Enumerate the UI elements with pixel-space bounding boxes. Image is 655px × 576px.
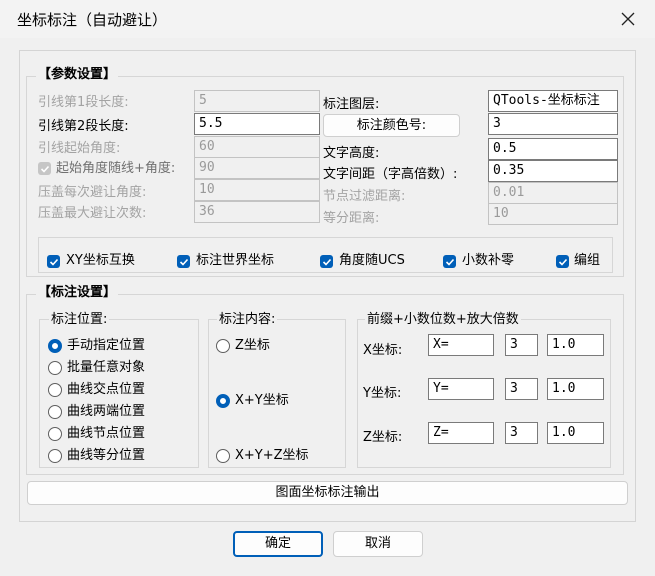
position-intersection-label: 曲线交点位置 bbox=[67, 382, 146, 397]
seg2-input[interactable]: 5.5 bbox=[194, 113, 320, 135]
content-xyz-label: X+Y+Z坐标 bbox=[235, 448, 309, 463]
cancel-button[interactable]: 取消 bbox=[333, 531, 423, 557]
position-intersection-radio[interactable] bbox=[48, 383, 62, 397]
equal-dist-label: 等分距离: bbox=[323, 211, 380, 226]
text-spacing-input[interactable]: 0.35 bbox=[488, 160, 618, 182]
position-nodes-radio[interactable] bbox=[48, 427, 62, 441]
check-icon bbox=[179, 258, 188, 266]
content-xy-radio[interactable] bbox=[216, 394, 230, 408]
check-icon bbox=[40, 165, 49, 173]
option-world-coord-label: 标注世界坐标 bbox=[196, 253, 275, 268]
option-pad-zero-label: 小数补零 bbox=[462, 253, 515, 268]
content-xy-label: X+Y坐标 bbox=[235, 393, 289, 408]
z-coord-label: Z坐标: bbox=[363, 430, 403, 445]
y-decimals-input[interactable]: 3 bbox=[505, 378, 538, 400]
check-icon bbox=[49, 258, 58, 266]
position-divide-radio[interactable] bbox=[48, 449, 62, 463]
layer-input[interactable]: QTools-坐标标注 bbox=[488, 90, 618, 112]
window-title: 坐标标注（自动避让） bbox=[17, 11, 168, 29]
position-manual-radio[interactable] bbox=[48, 339, 62, 353]
content-group-title: 标注内容: bbox=[217, 312, 278, 328]
seg1-input: 5 bbox=[194, 90, 320, 112]
prefix-group-title: 前缀+小数位数+放大倍数 bbox=[365, 312, 521, 328]
option-angle-ucs-label: 角度随UCS bbox=[339, 253, 405, 268]
avoid-angle-input: 10 bbox=[194, 179, 320, 201]
text-height-label: 文字高度: bbox=[323, 146, 380, 161]
position-ends-radio[interactable] bbox=[48, 405, 62, 419]
node-filter-input: 0.01 bbox=[488, 182, 618, 204]
title-bar: 坐标标注（自动避让） bbox=[0, 0, 655, 38]
equal-dist-input: 10 bbox=[488, 203, 618, 225]
seg2-label: 引线第2段长度: bbox=[38, 119, 129, 134]
color-input[interactable]: 3 bbox=[488, 113, 618, 135]
content-z-label: Z坐标 bbox=[235, 338, 270, 353]
position-ends-label: 曲线两端位置 bbox=[67, 404, 146, 419]
node-filter-label: 节点过滤距离: bbox=[323, 189, 406, 204]
seg1-label: 引线第1段长度: bbox=[38, 95, 129, 110]
position-manual-label: 手动指定位置 bbox=[67, 338, 146, 353]
output-button[interactable]: 图面坐标标注输出 bbox=[27, 481, 628, 505]
text-height-input[interactable]: 0.5 bbox=[488, 138, 618, 160]
z-prefix-input[interactable]: Z= bbox=[428, 422, 494, 444]
position-nodes-label: 曲线节点位置 bbox=[67, 426, 146, 441]
z-scale-input[interactable]: 1.0 bbox=[547, 422, 604, 444]
position-batch-radio[interactable] bbox=[48, 361, 62, 375]
option-group-checkbox[interactable] bbox=[556, 255, 569, 268]
follow-angle-input: 90 bbox=[194, 157, 320, 179]
position-group-title: 标注位置: bbox=[49, 312, 110, 328]
check-icon bbox=[558, 258, 567, 266]
option-angle-ucs-checkbox[interactable] bbox=[320, 255, 333, 268]
x-decimals-input[interactable]: 3 bbox=[505, 334, 538, 356]
follow-angle-checkbox bbox=[38, 162, 51, 175]
layer-label: 标注图层: bbox=[323, 97, 380, 112]
content-xyz-radio[interactable] bbox=[216, 449, 230, 463]
z-decimals-input[interactable]: 3 bbox=[505, 422, 538, 444]
option-pad-zero-checkbox[interactable] bbox=[443, 255, 456, 268]
avoid-angle-label: 压盖每次避让角度: bbox=[38, 185, 147, 200]
params-group-title: 【参数设置】 bbox=[36, 67, 119, 83]
content-z-radio[interactable] bbox=[216, 339, 230, 353]
x-prefix-input[interactable]: X= bbox=[428, 334, 494, 356]
x-scale-input[interactable]: 1.0 bbox=[547, 334, 604, 356]
text-spacing-label: 文字间距（字高倍数）: bbox=[323, 167, 458, 182]
close-icon bbox=[621, 12, 635, 26]
option-group-label: 编组 bbox=[574, 253, 601, 268]
ok-button[interactable]: 确定 bbox=[233, 531, 323, 557]
annot-group-title: 【标注设置】 bbox=[36, 285, 119, 301]
start-angle-input: 60 bbox=[194, 136, 320, 158]
option-xy-swap-label: XY坐标互换 bbox=[66, 253, 135, 268]
avoid-max-input: 36 bbox=[194, 201, 320, 223]
y-prefix-input[interactable]: Y= bbox=[428, 378, 494, 400]
follow-angle-label: 起始角度随线+角度: bbox=[56, 161, 176, 176]
x-coord-label: X坐标: bbox=[363, 343, 403, 358]
start-angle-label: 引线起始角度: bbox=[38, 141, 121, 156]
option-world-coord-checkbox[interactable] bbox=[177, 255, 190, 268]
position-divide-label: 曲线等分位置 bbox=[67, 448, 146, 463]
option-xy-swap-checkbox[interactable] bbox=[47, 255, 60, 268]
avoid-max-label: 压盖最大避让次数: bbox=[38, 206, 147, 221]
check-icon bbox=[445, 258, 454, 266]
y-coord-label: Y坐标: bbox=[363, 386, 402, 401]
color-button[interactable]: 标注颜色号: bbox=[323, 114, 460, 137]
position-batch-label: 批量任意对象 bbox=[67, 360, 146, 375]
y-scale-input[interactable]: 1.0 bbox=[547, 378, 604, 400]
check-icon bbox=[322, 258, 331, 266]
close-button[interactable] bbox=[613, 4, 643, 34]
